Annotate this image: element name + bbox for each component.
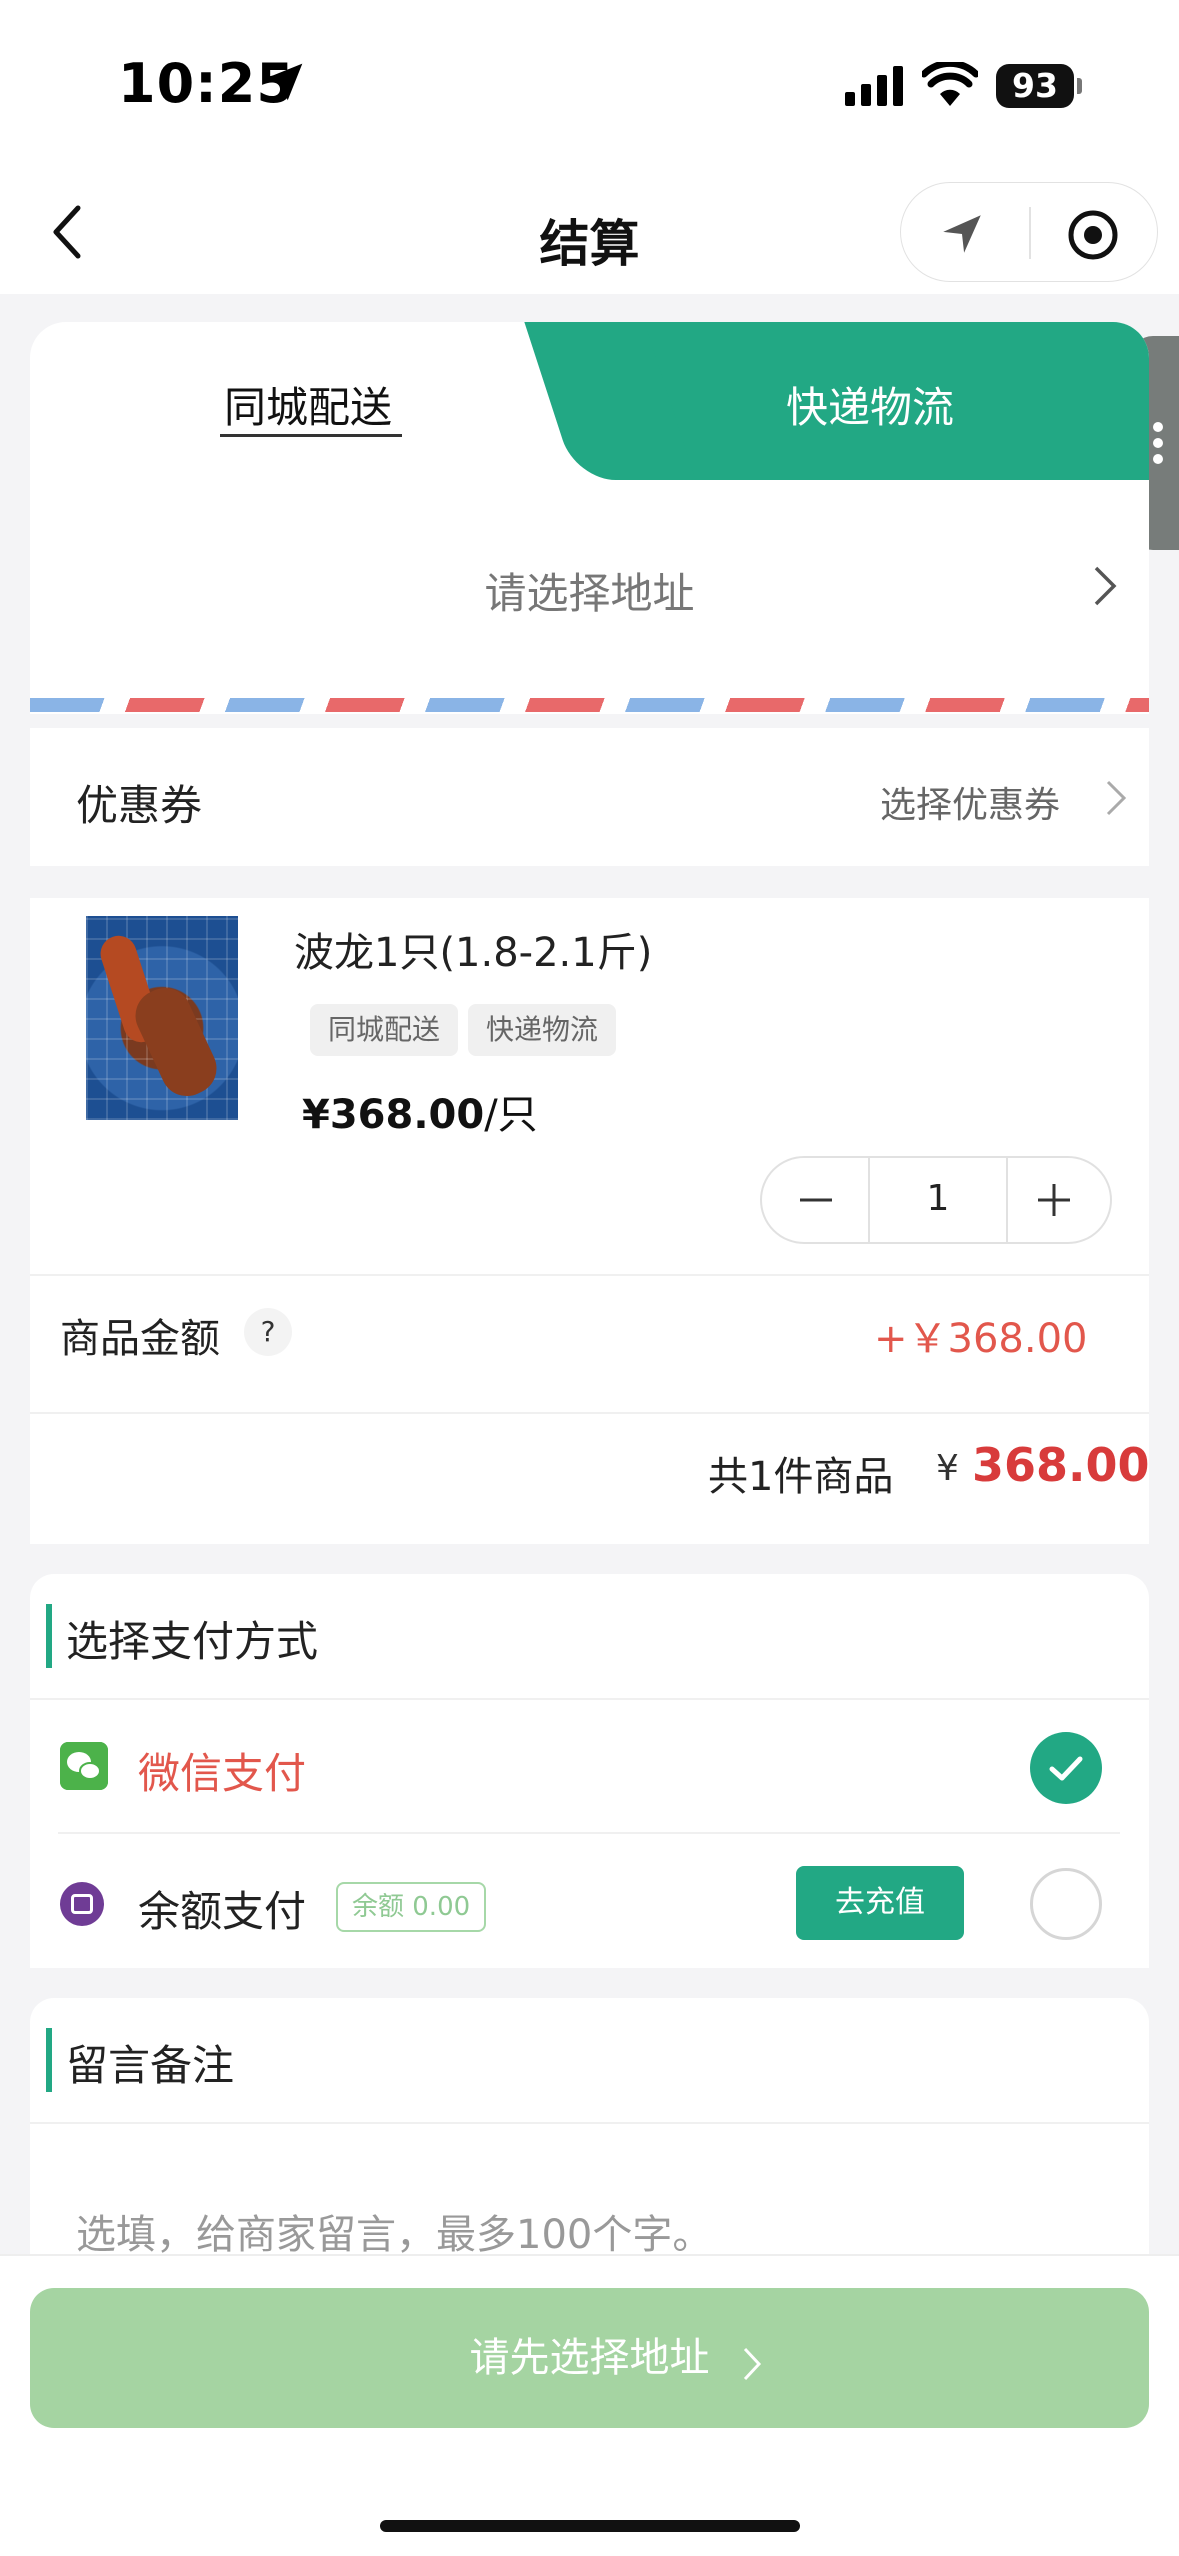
recharge-button[interactable]: 去充值 — [796, 1866, 964, 1940]
home-indicator — [380, 2520, 800, 2532]
chevron-right-icon — [1106, 780, 1127, 816]
wechat-pay-icon — [60, 1742, 108, 1790]
product-price: ¥368.00/只 — [302, 1092, 538, 1138]
battery-indicator: 93 — [996, 64, 1074, 108]
divider — [30, 1698, 1149, 1700]
wechat-pay-label[interactable]: 微信支付 — [138, 1740, 306, 1801]
airmail-stripe — [30, 698, 1149, 712]
remark-card: 留言备注 选填，给商家留言，最多100个字。 — [30, 1998, 1149, 2258]
total-value: 368.00 — [972, 1438, 1150, 1492]
bottom-bar: 请先选择地址 — [0, 2254, 1179, 2556]
chevron-right-icon — [743, 2347, 762, 2381]
divider — [30, 2122, 1149, 2124]
product-tag-express: 快递物流 — [468, 1004, 617, 1056]
coupon-value: 选择优惠券 — [880, 785, 1061, 826]
submit-label: 请先选择地址 — [469, 2335, 710, 2381]
submit-order-button[interactable]: 请先选择地址 — [30, 2288, 1149, 2428]
divider — [30, 1274, 1149, 1276]
product-name: 波龙1只(1.8-2.1斤) — [294, 930, 653, 976]
wallet-icon — [60, 1882, 104, 1926]
tab-express-delivery[interactable]: 快递物流 — [786, 374, 954, 435]
payment-title: 选择支付方式 — [66, 1617, 319, 1666]
total-items-label: 共1件商品 — [708, 1454, 894, 1500]
navigation-arrow-icon[interactable] — [937, 209, 987, 259]
wifi-icon — [922, 62, 978, 106]
address-selector[interactable]: 请选择地址 — [30, 560, 1149, 621]
quantity-stepper: 1 — [760, 1156, 1112, 1244]
balance-pay-label[interactable]: 余额支付 — [138, 1878, 306, 1939]
chevron-right-icon — [1094, 566, 1117, 606]
balance-amount-tag: 余额 0.00 — [336, 1882, 487, 1932]
quantity-value[interactable]: 1 — [870, 1178, 1006, 1219]
status-bar: 10:25 93 — [0, 0, 1179, 170]
goods-amount-value: +￥368.00 — [874, 1316, 1088, 1362]
signal-icon — [845, 66, 903, 106]
section-accent-bar — [46, 2028, 52, 2092]
close-target-icon[interactable] — [1067, 209, 1119, 261]
balance-pay-radio[interactable] — [1030, 1868, 1102, 1940]
minus-icon[interactable] — [794, 1178, 838, 1222]
capsule-divider — [1029, 207, 1031, 259]
product-tag-local: 同城配送 — [310, 1004, 459, 1056]
goods-amount-label: 商品金额 — [60, 1316, 220, 1362]
wechat-pay-radio[interactable] — [1030, 1732, 1102, 1804]
check-icon — [1049, 1756, 1083, 1781]
tab-local-delivery[interactable]: 同城配送 — [224, 374, 392, 435]
coupon-label: 优惠券 — [76, 781, 203, 830]
product-card: 波龙1只(1.8-2.1斤) 同城配送 快递物流 ¥368.00/只 1 商品金… — [30, 898, 1150, 1544]
total-currency: ¥ — [936, 1448, 959, 1489]
plus-icon[interactable] — [1032, 1178, 1076, 1222]
product-image — [86, 916, 238, 1120]
miniprogram-capsule — [900, 182, 1158, 282]
divider — [30, 1412, 1149, 1414]
location-arrow-icon — [265, 63, 303, 101]
battery-tip — [1077, 78, 1082, 94]
remark-title: 留言备注 — [66, 2041, 235, 2090]
coupon-row[interactable]: 优惠券 选择优惠券 — [30, 728, 1149, 866]
nav-bar: 结算 — [0, 170, 1179, 294]
tab-active-underline — [220, 434, 402, 437]
payment-card: 选择支付方式 微信支付 余额支付 余额 0.00 去充值 — [30, 1574, 1149, 1968]
delivery-card: 同城配送 快递物流 请选择地址 — [30, 322, 1149, 714]
remark-input[interactable]: 选填，给商家留言，最多100个字。 — [76, 2202, 712, 2260]
help-icon[interactable]: ? — [244, 1308, 292, 1356]
divider — [58, 1832, 1120, 1834]
section-accent-bar — [46, 1604, 52, 1668]
